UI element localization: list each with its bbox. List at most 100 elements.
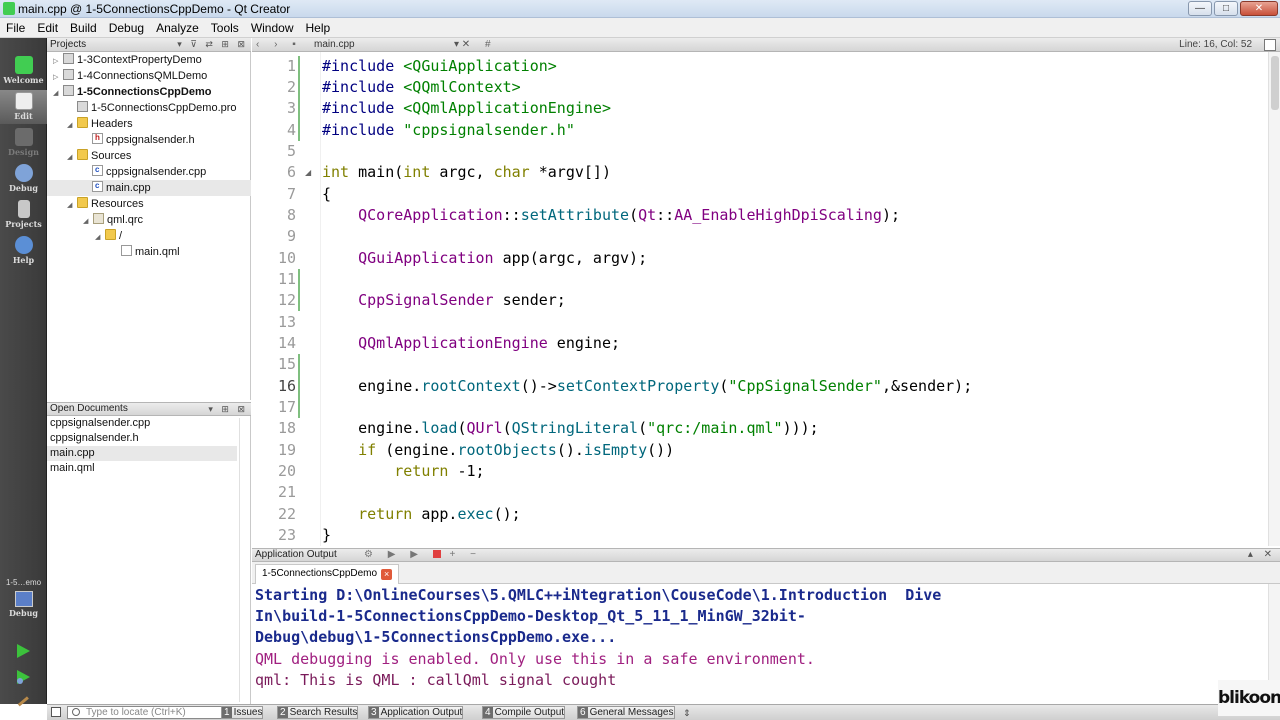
maximize-button[interactable]: □ bbox=[1214, 1, 1238, 16]
mode-design[interactable]: Design bbox=[0, 126, 47, 160]
line-number: 8 bbox=[286, 206, 296, 224]
window-title-bar: main.cpp @ 1-5ConnectionsCppDemo - Qt Cr… bbox=[0, 0, 1280, 18]
tree-item-pro-file[interactable]: 1-5ConnectionsCppDemo.pro bbox=[77, 100, 237, 116]
start-debugging-button[interactable] bbox=[14, 668, 32, 686]
project-icon bbox=[63, 53, 74, 64]
menu-file[interactable]: File bbox=[0, 21, 31, 35]
status-bar: Type to locate (Ctrl+K) 1 Issues 2 Search … bbox=[47, 704, 1280, 720]
tab-issues[interactable]: 1 Issues bbox=[221, 706, 264, 719]
editor-scrollbar[interactable] bbox=[1268, 52, 1280, 546]
tree-item-project[interactable]: ▷ 1-3ContextPropertyDemo bbox=[53, 52, 202, 68]
tree-item-header-file[interactable]: cppsignalsender.h bbox=[92, 130, 195, 148]
menu-window[interactable]: Window bbox=[245, 21, 300, 35]
toggle-sidebar-button[interactable] bbox=[51, 707, 61, 717]
menu-help[interactable]: Help bbox=[300, 21, 337, 35]
tree-item-label: main.cpp bbox=[106, 182, 151, 194]
menu-edit[interactable]: Edit bbox=[31, 21, 64, 35]
header-file-icon bbox=[92, 130, 103, 146]
tree-item-resources[interactable]: ◢ Resources bbox=[67, 196, 144, 212]
run-button[interactable] bbox=[14, 642, 32, 660]
tree-item-qrc-prefix[interactable]: ◢ / bbox=[95, 228, 122, 244]
code-token: Qt bbox=[638, 206, 657, 224]
output-pane-tools[interactable]: ⚙ ▶ ▶ + − bbox=[364, 549, 482, 561]
fold-marker-icon[interactable]: ◢ bbox=[305, 162, 311, 183]
minimize-button[interactable]: — bbox=[1188, 1, 1212, 16]
open-document-item[interactable]: cppsignalsender.h bbox=[47, 431, 237, 446]
tree-item-qrc[interactable]: ◢ qml.qrc bbox=[83, 212, 143, 228]
code-token: *argv[]) bbox=[529, 163, 611, 181]
code-token: main( bbox=[349, 163, 404, 181]
menu-build[interactable]: Build bbox=[64, 21, 103, 35]
tree-item-label: cppsignalsender.cpp bbox=[106, 166, 207, 178]
menu-analyze[interactable]: Analyze bbox=[150, 21, 205, 35]
current-file-selector[interactable]: main.cpp bbox=[314, 38, 355, 51]
tree-item-project[interactable]: ▷ 1-4ConnectionsQMLDemo bbox=[53, 68, 207, 84]
change-marker bbox=[298, 354, 300, 418]
project-icon bbox=[63, 85, 74, 96]
open-documents-scrollbar[interactable] bbox=[239, 418, 248, 702]
mode-help-label: Help bbox=[12, 255, 35, 265]
collapse-arrow-icon[interactable]: ◢ bbox=[95, 230, 105, 246]
open-documents-tools[interactable]: ▾ ⊞ ⊠ bbox=[208, 403, 248, 415]
code-token: if bbox=[358, 441, 377, 459]
close-tab-icon[interactable]: × bbox=[381, 569, 393, 580]
open-document-item[interactable]: cppsignalsender.cpp bbox=[47, 416, 237, 431]
open-documents-header: Open Documents ▾ ⊞ ⊠ bbox=[47, 402, 251, 416]
kit-project-label: 1-5…emo bbox=[5, 578, 42, 587]
menu-tools[interactable]: Tools bbox=[205, 21, 245, 35]
mode-welcome[interactable]: Welcome bbox=[0, 54, 47, 88]
kit-selector[interactable]: 1-5…emo Debug bbox=[0, 578, 47, 618]
output-pane-header: Application Output ⚙ ▶ ▶ + − ▴ ✕ bbox=[252, 548, 1280, 562]
stop-icon[interactable] bbox=[432, 550, 441, 558]
navigate-back-forward-buttons[interactable]: ‹ › ▪ bbox=[256, 38, 302, 51]
code-line-22: return app.exec(); bbox=[322, 504, 521, 525]
open-document-item[interactable]: main.qml bbox=[47, 461, 237, 476]
close-window-button[interactable]: ✕ bbox=[1240, 1, 1278, 16]
code-editor[interactable]: 1 2 3 4 5 6 7 8 9 10 11 12 13 14 15 16 1… bbox=[252, 52, 1280, 546]
line-number: 5 bbox=[286, 142, 296, 160]
mode-edit[interactable]: Edit bbox=[0, 90, 47, 124]
menu-debug[interactable]: Debug bbox=[103, 21, 150, 35]
collapse-arrow-icon[interactable]: ◢ bbox=[83, 214, 93, 230]
tab-search-results[interactable]: 2 Search Results bbox=[277, 706, 359, 719]
more-panes-icon[interactable]: ⇕ bbox=[683, 706, 691, 720]
projects-pane-tools[interactable]: ▾ ⊽ ⇄ ⊞ ⊠ bbox=[177, 38, 248, 51]
output-pane-window-tools[interactable]: ▴ ✕ bbox=[1248, 549, 1276, 561]
close-document-button[interactable]: ▾ ✕ bbox=[454, 38, 470, 51]
tree-item-label: 1-5ConnectionsCppDemo bbox=[77, 86, 212, 98]
cursor-position[interactable]: Line: 16, Col: 52 bbox=[1179, 38, 1252, 51]
symbol-selector[interactable]: # bbox=[485, 38, 491, 51]
tab-compile-output[interactable]: 4 Compile Output bbox=[482, 706, 566, 719]
search-icon bbox=[72, 708, 80, 716]
build-hammer-button[interactable] bbox=[14, 692, 32, 710]
tree-item-label: 1-5ConnectionsCppDemo.pro bbox=[91, 102, 237, 114]
collapse-arrow-icon[interactable]: ◢ bbox=[67, 118, 77, 134]
code-token: char bbox=[493, 163, 530, 181]
tree-item-qml-file[interactable]: main.qml bbox=[121, 244, 180, 260]
collapse-arrow-icon[interactable]: ◢ bbox=[67, 150, 77, 166]
open-document-item-selected[interactable]: main.cpp bbox=[47, 446, 237, 461]
tree-item-selected-file[interactable]: main.cpp bbox=[47, 178, 251, 196]
line-number: 4 bbox=[286, 121, 296, 139]
tab-general-messages[interactable]: 6 General Messages bbox=[577, 706, 675, 719]
code-token: :: bbox=[656, 206, 675, 224]
collapse-arrow-icon[interactable]: ◢ bbox=[67, 198, 77, 214]
split-editor-icon[interactable] bbox=[1264, 39, 1276, 51]
line-number: 3 bbox=[286, 99, 296, 117]
tree-item-source-file[interactable]: cppsignalsender.cpp bbox=[92, 162, 207, 180]
output-line: QML debugging is enabled. Only use this … bbox=[255, 650, 815, 668]
qt-creator-app-icon bbox=[3, 2, 15, 15]
mode-projects[interactable]: Projects bbox=[0, 198, 47, 232]
mode-welcome-label: Welcome bbox=[3, 75, 44, 85]
mode-debug[interactable]: Debug bbox=[0, 162, 47, 196]
output-tab-running-app[interactable]: 1-5ConnectionsCppDemo × bbox=[255, 564, 400, 584]
editor-scrollbar-thumb[interactable] bbox=[1271, 56, 1279, 110]
application-output[interactable]: Starting D:\OnlineCourses\5.QMLC++iNtegr… bbox=[252, 584, 1280, 704]
collapse-arrow-icon[interactable]: ◢ bbox=[53, 86, 63, 102]
line-number: 21 bbox=[277, 483, 296, 501]
tab-application-output[interactable]: 3 Application Output bbox=[368, 706, 464, 719]
tree-item-active-project[interactable]: ◢ 1-5ConnectionsCppDemo bbox=[53, 84, 211, 100]
code-token: (); bbox=[493, 505, 521, 523]
mode-help[interactable]: Help bbox=[0, 234, 47, 268]
